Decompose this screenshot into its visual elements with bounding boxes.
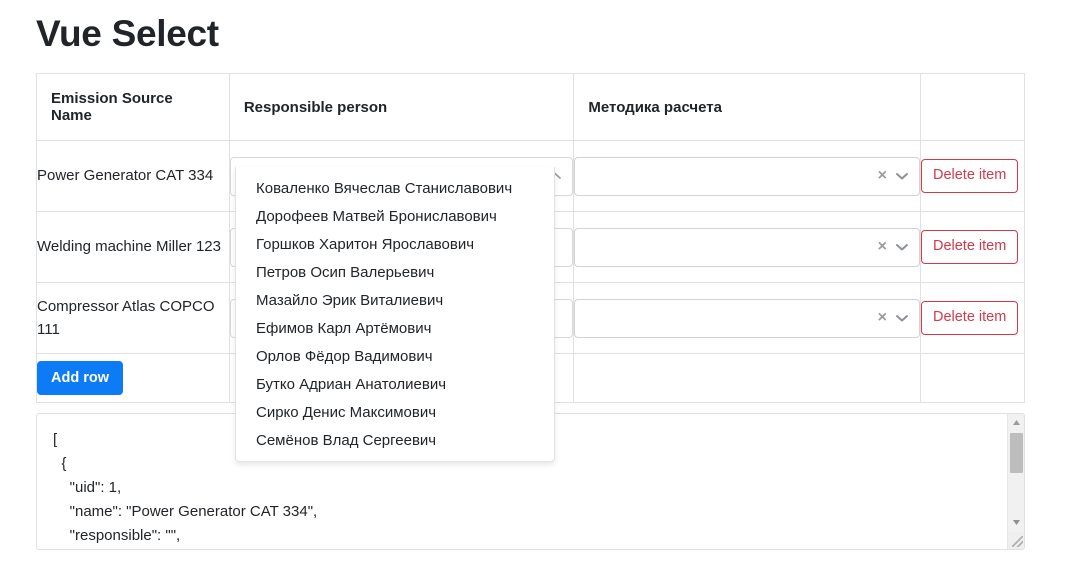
actions-cell: Delete item (919, 282, 1026, 354)
dropdown-option[interactable]: Петров Осип Валерьевич (236, 259, 554, 287)
actions-cell: Delete item (919, 211, 1026, 283)
chevron-down-icon[interactable] (895, 311, 909, 325)
footer-spacer-cell (573, 353, 921, 403)
scrollbar-thumb[interactable] (1010, 433, 1023, 473)
footer-spacer-cell (919, 353, 1026, 403)
app-root: Vue Select Emission Source Name Responsi… (0, 0, 1065, 573)
actions-cell: Delete item (919, 140, 1026, 212)
emission-source-name-cell: Power Generator CAT 334 (36, 140, 230, 212)
method-select[interactable]: × (574, 156, 920, 196)
delete-item-button[interactable]: Delete item (920, 159, 1019, 193)
dropdown-option[interactable]: Бутко Адриан Анатолиевич (236, 371, 554, 399)
dropdown-option[interactable]: Дорофеев Матвей Брониславович (236, 203, 554, 231)
resize-grip-icon[interactable] (1008, 532, 1024, 549)
dropdown-option[interactable]: Сирко Денис Максимович (236, 399, 554, 427)
scroll-up-arrow-icon[interactable] (1008, 414, 1024, 431)
dropdown-option[interactable]: Мазайло Эрик Виталиевич (236, 287, 554, 315)
page-title: Vue Select (36, 13, 219, 54)
method-select[interactable]: × (574, 227, 920, 267)
method-cell: × (573, 282, 921, 354)
add-row-button[interactable]: Add row (37, 360, 123, 396)
clear-icon[interactable]: × (878, 310, 887, 326)
method-select[interactable]: × (574, 298, 920, 338)
column-header-method: Методика расчета (573, 73, 921, 141)
delete-item-button[interactable]: Delete item (920, 230, 1019, 264)
emission-source-name-cell: Compressor Atlas COPCO 111 (36, 282, 230, 354)
responsible-person-dropdown[interactable]: Коваленко Вячеслав Станиславович Дорофее… (235, 167, 555, 462)
dropdown-option[interactable]: Ефимов Карл Артёмович (236, 315, 554, 343)
add-row-cell: Add row (36, 353, 230, 403)
scrollbar[interactable] (1007, 414, 1024, 549)
dropdown-option[interactable]: Горшков Харитон Ярославович (236, 231, 554, 259)
dropdown-option[interactable]: Коваленко Вячеслав Станиславович (236, 175, 554, 203)
scroll-down-arrow-icon[interactable] (1008, 514, 1024, 531)
table-header: Emission Source Name Responsible person … (36, 73, 1026, 141)
delete-item-button[interactable]: Delete item (920, 301, 1019, 335)
column-header-actions (919, 73, 1026, 141)
dropdown-option[interactable]: Орлов Фёдор Вадимович (236, 343, 554, 371)
method-cell: × (573, 140, 921, 212)
clear-icon[interactable]: × (878, 168, 887, 184)
table-header-row: Emission Source Name Responsible person … (36, 73, 1026, 141)
clear-icon[interactable]: × (878, 239, 887, 255)
chevron-down-icon[interactable] (895, 240, 909, 254)
column-header-emission-source-name: Emission Source Name (36, 73, 230, 141)
method-cell: × (573, 211, 921, 283)
chevron-down-icon[interactable] (895, 169, 909, 183)
dropdown-option[interactable]: Семёнов Влад Сергеевич (236, 427, 554, 455)
emission-source-name-cell: Welding machine Miller 123 (36, 211, 230, 283)
column-header-responsible-person: Responsible person (228, 73, 575, 141)
